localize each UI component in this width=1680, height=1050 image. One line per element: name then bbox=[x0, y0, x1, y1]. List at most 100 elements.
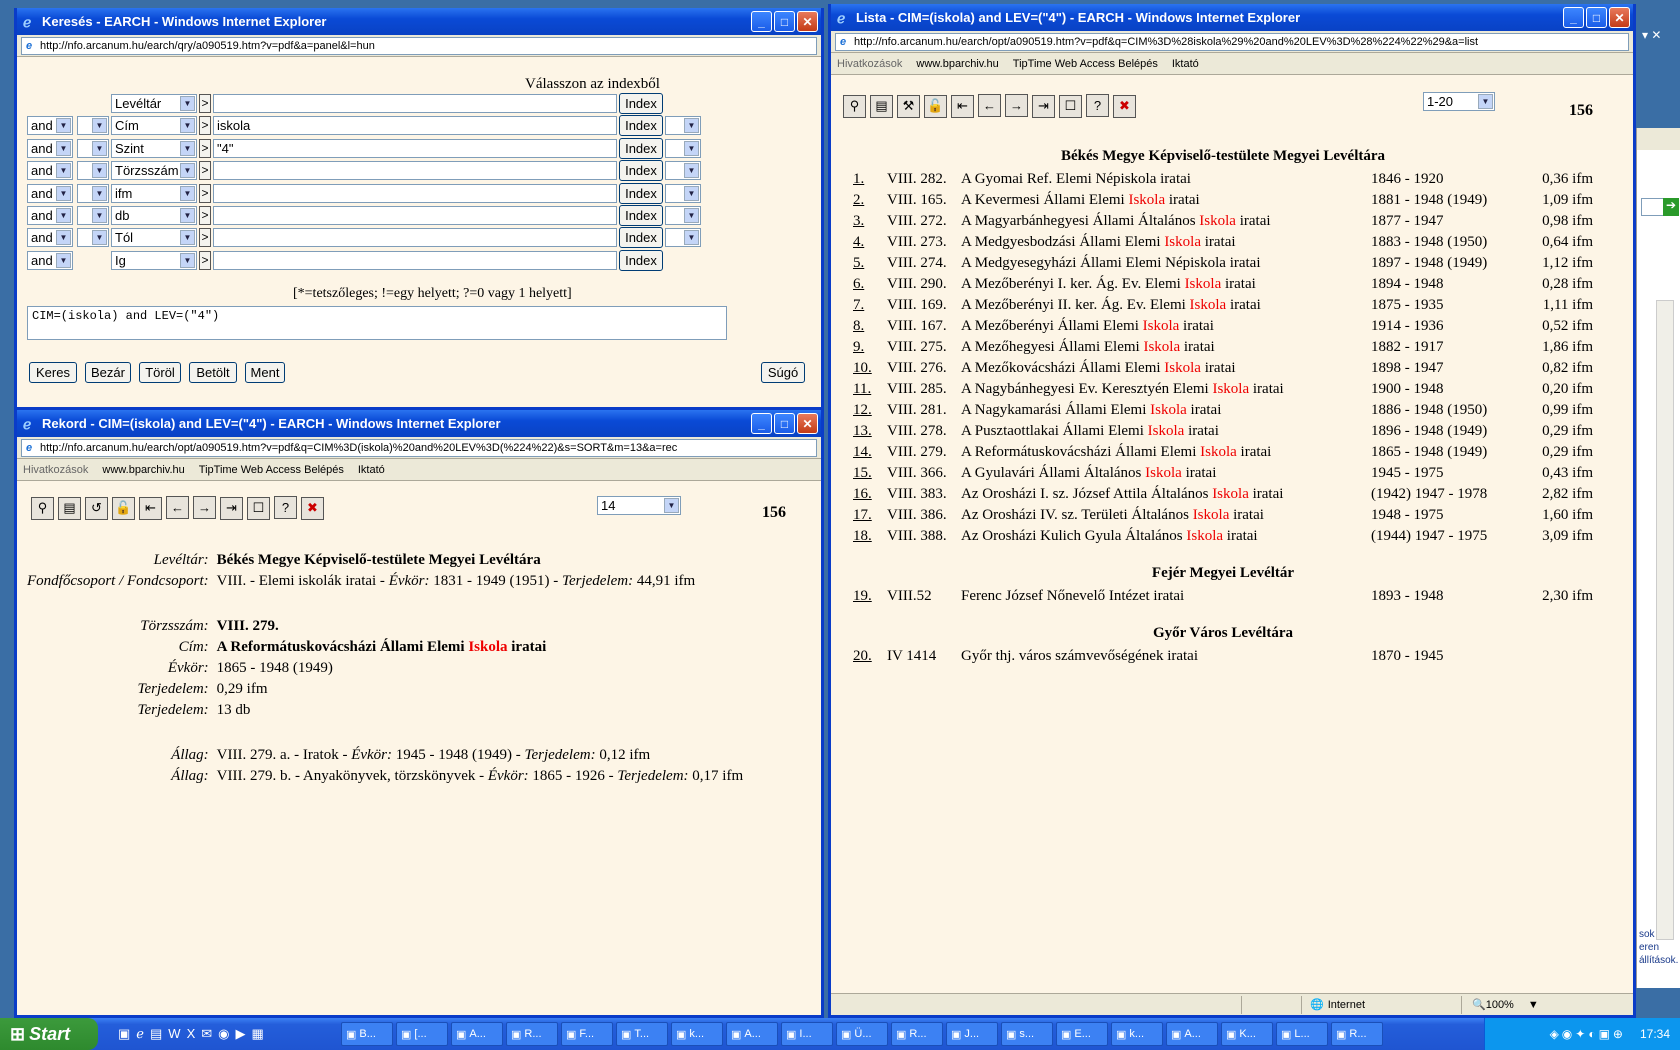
operator-gt[interactable]: > bbox=[199, 94, 211, 113]
outlook-icon[interactable]: ✉ bbox=[201, 1026, 212, 1042]
operator-select[interactable]: and ▼ bbox=[27, 138, 73, 158]
list-item[interactable]: 12. VIII. 281. A Nagykamarási Állami Elemi… bbox=[853, 400, 1593, 421]
lock-icon[interactable]: 🔓 bbox=[924, 94, 947, 118]
item-number-link[interactable]: 8. bbox=[853, 316, 887, 337]
list-view-icon[interactable]: ▤ bbox=[870, 94, 893, 118]
list-item[interactable]: 2. VIII. 165. A Kevermesi Állami Elemi Isk… bbox=[853, 190, 1593, 211]
list-item[interactable]: 5. VIII. 274. A Medgyesegyházi Állami Elem… bbox=[853, 253, 1593, 274]
taskbar-item[interactable]: ▣ J... bbox=[946, 1022, 998, 1046]
list-titlebar[interactable]: ℯ Lista - CIM=(iskola) and LEV=("4") - E… bbox=[831, 4, 1633, 31]
zoom-control[interactable]: 🔍 100% ▼ bbox=[1461, 995, 1539, 1014]
item-number-link[interactable]: 17. bbox=[853, 505, 887, 526]
tools-icon[interactable]: ⚒ bbox=[897, 94, 920, 118]
field-select[interactable]: Tól ▼ bbox=[111, 228, 197, 248]
item-number-link[interactable]: 11. bbox=[853, 379, 887, 400]
list-item[interactable]: 4. VIII. 273. A Medgyesbodzási Állami Elem… bbox=[853, 232, 1593, 253]
range-select[interactable]: 1-20 ▼ bbox=[1423, 92, 1495, 111]
word-icon[interactable]: W bbox=[168, 1026, 180, 1042]
taskbar-item[interactable]: ▣ L... bbox=[1276, 1022, 1328, 1046]
operator-gt[interactable]: > bbox=[199, 138, 211, 158]
value-input[interactable]: iskola bbox=[213, 116, 617, 136]
item-number-link[interactable]: 15. bbox=[853, 463, 887, 484]
value-input[interactable] bbox=[213, 206, 617, 225]
index-button[interactable]: Index bbox=[619, 115, 663, 137]
start-button[interactable]: ⊞ Start bbox=[0, 1018, 98, 1050]
list-item[interactable]: 14. VIII. 279. A Reformátuskovácsházi Álla… bbox=[853, 442, 1593, 463]
close-x-icon[interactable]: ✖ bbox=[1113, 94, 1136, 118]
field-select[interactable]: Szint ▼ bbox=[111, 138, 197, 158]
list-item[interactable]: 1. VIII. 282. A Gyomai Ref. Elemi Népiskol… bbox=[853, 169, 1593, 190]
prev-icon[interactable]: ← bbox=[166, 496, 189, 519]
conjunction-select[interactable]: ▼ bbox=[665, 206, 701, 225]
help-icon[interactable]: ? bbox=[1086, 94, 1109, 117]
list-item[interactable]: 20. IV 1414 Győr thj. város számvevőségéne… bbox=[853, 646, 1593, 667]
minimize-button[interactable]: _ bbox=[751, 11, 772, 32]
field-select[interactable]: Törzsszám ▼ bbox=[111, 161, 197, 181]
next-icon[interactable]: → bbox=[193, 496, 216, 519]
modifier-select[interactable]: ▼ bbox=[77, 138, 109, 158]
modifier-select[interactable]: ▼ bbox=[77, 116, 109, 136]
item-number-link[interactable]: 13. bbox=[853, 421, 887, 442]
operator-gt[interactable]: > bbox=[199, 161, 211, 181]
taskbar-item[interactable]: ▣ [... bbox=[396, 1022, 448, 1046]
last-icon[interactable]: ⇥ bbox=[1032, 94, 1055, 118]
list-item[interactable]: 15. VIII. 366. A Gyulavári Állami Általáno… bbox=[853, 463, 1593, 484]
modifier-select[interactable]: ▼ bbox=[77, 161, 109, 181]
taskbar-item[interactable]: ▣ k... bbox=[671, 1022, 723, 1046]
conjunction-select[interactable]: ▼ bbox=[665, 228, 701, 248]
modifier-select[interactable]: ▼ bbox=[77, 183, 109, 203]
taskbar-item[interactable]: ▣ K... bbox=[1221, 1022, 1273, 1046]
list-item[interactable]: 17. VIII. 386. Az Orosházi IV. sz. Terület… bbox=[853, 505, 1593, 526]
taskbar-item[interactable]: ▣ T... bbox=[616, 1022, 668, 1046]
item-number-link[interactable]: 2. bbox=[853, 190, 887, 211]
taskbar-item[interactable]: ▣ R... bbox=[506, 1022, 558, 1046]
record-page-select[interactable]: 14 ▼ bbox=[597, 496, 681, 515]
index-button[interactable]: Index bbox=[619, 249, 663, 271]
taskbar-item[interactable]: ▣ Ü... bbox=[836, 1022, 888, 1046]
last-icon[interactable]: ⇥ bbox=[220, 496, 243, 520]
link-tiptime[interactable]: TipTime Web Access Belépés bbox=[1013, 58, 1158, 70]
list-item[interactable]: 18. VIII. 388. Az Orosházi Kulich Gyula Ál… bbox=[853, 526, 1593, 547]
list-item[interactable]: 8. VIII. 167. A Mezőberényi Állami Elemi I… bbox=[853, 316, 1593, 337]
item-number-link[interactable]: 6. bbox=[853, 274, 887, 295]
value-input[interactable]: "4" bbox=[213, 138, 617, 158]
operator-select[interactable]: and ▼ bbox=[27, 161, 73, 181]
minimize-button[interactable]: _ bbox=[751, 413, 772, 434]
taskbar-item[interactable]: ▣ A... bbox=[1166, 1022, 1218, 1046]
value-input[interactable] bbox=[213, 94, 617, 113]
field-select[interactable]: Cím ▼ bbox=[111, 116, 197, 136]
conjunction-select[interactable]: ▼ bbox=[665, 183, 701, 203]
link-iktato[interactable]: Iktató bbox=[358, 464, 385, 476]
modifier-select[interactable]: ▼ bbox=[77, 206, 109, 225]
list-item[interactable]: 7. VIII. 169. A Mezőberényi II. ker. Ág. E… bbox=[853, 295, 1593, 316]
index-button[interactable]: Index bbox=[619, 160, 663, 182]
item-number-link[interactable]: 5. bbox=[853, 253, 887, 274]
search-tool-icon[interactable]: ⚲ bbox=[31, 496, 54, 520]
taskbar-item[interactable]: ▣ B... bbox=[341, 1022, 393, 1046]
maximize-button[interactable]: □ bbox=[774, 413, 795, 434]
item-number-link[interactable]: 3. bbox=[853, 211, 887, 232]
window-icon[interactable]: ☐ bbox=[247, 496, 270, 520]
taskbar-item[interactable]: ▣ k... bbox=[1111, 1022, 1163, 1046]
field-select[interactable]: ifm ▼ bbox=[111, 183, 197, 203]
link-bparchiv[interactable]: www.bparchiv.hu bbox=[102, 464, 184, 476]
item-number-link[interactable]: 20. bbox=[853, 646, 887, 667]
close-button[interactable]: ✕ bbox=[797, 11, 818, 32]
first-icon[interactable]: ⇤ bbox=[951, 94, 974, 118]
modifier-select[interactable]: ▼ bbox=[77, 228, 109, 248]
item-number-link[interactable]: 16. bbox=[853, 484, 887, 505]
query-textarea[interactable]: CIM=(iskola) and LEV=("4") bbox=[27, 306, 727, 340]
operator-select[interactable]: and ▼ bbox=[27, 250, 73, 270]
taskbar-item[interactable]: ▣ R... bbox=[891, 1022, 943, 1046]
link-tiptime[interactable]: TipTime Web Access Belépés bbox=[199, 464, 344, 476]
calc-icon[interactable]: ▦ bbox=[252, 1026, 264, 1042]
taskbar-item[interactable]: ▣ E... bbox=[1056, 1022, 1108, 1046]
operator-gt[interactable]: > bbox=[199, 228, 211, 248]
maximize-button[interactable]: □ bbox=[1586, 7, 1607, 28]
list-item[interactable]: 16. VIII. 383. Az Orosházi I. sz. József A… bbox=[853, 484, 1593, 505]
close-button[interactable]: ✕ bbox=[797, 413, 818, 434]
first-icon[interactable]: ⇤ bbox=[139, 496, 162, 520]
next-icon[interactable]: → bbox=[1005, 94, 1028, 117]
help-button[interactable]: Súgó bbox=[761, 362, 805, 383]
address-bar[interactable]: http://nfo.arcanum.hu/earch/opt/a090519.… bbox=[835, 32, 1629, 51]
